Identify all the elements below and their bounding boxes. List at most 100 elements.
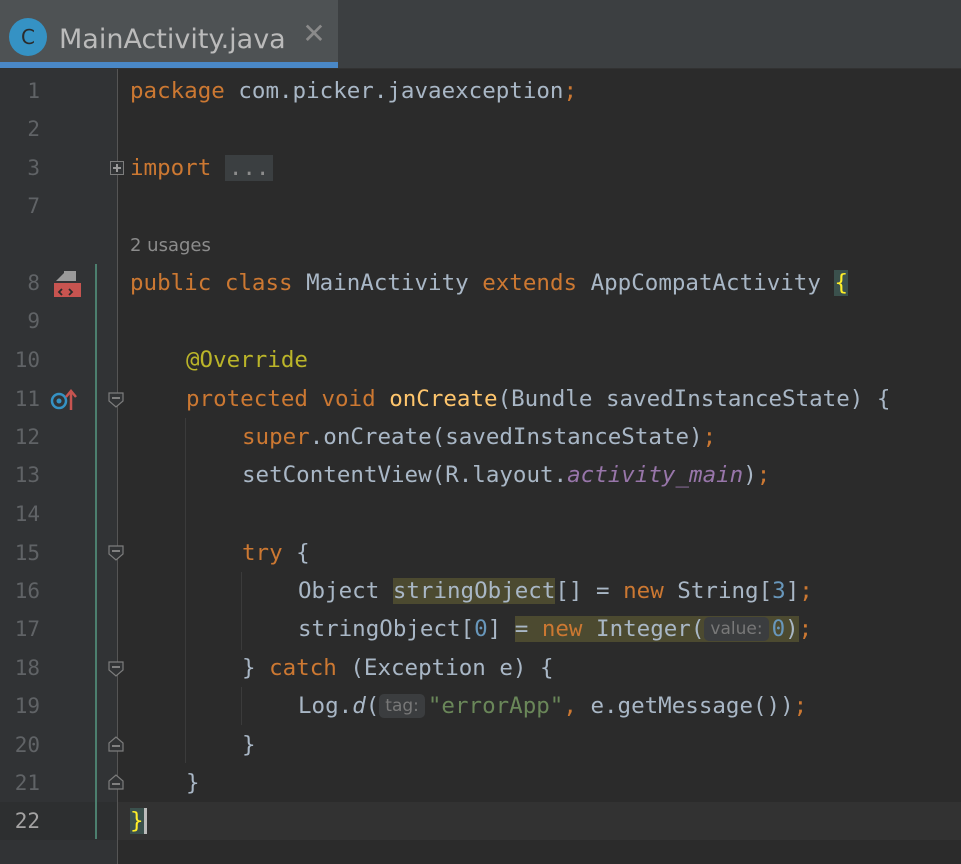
- line-number: 19: [14, 694, 40, 718]
- code-line-8[interactable]: public class MainActivity extends AppCom…: [130, 264, 848, 302]
- line-number: 10: [14, 348, 40, 372]
- line-number: 7: [27, 194, 40, 218]
- highlighted-variable: stringObject: [392, 578, 556, 604]
- code-line-17[interactable]: stringObject[0] = new Integer(value: 0);: [298, 610, 812, 648]
- fold-end-icon[interactable]: [108, 774, 124, 790]
- code-text: e.getMessage()): [576, 693, 794, 719]
- keyword: protected: [186, 386, 308, 412]
- line-number: 18: [14, 656, 40, 680]
- line-number: 16: [14, 579, 40, 603]
- code-line-12[interactable]: super.onCreate(savedInstanceState);: [242, 418, 716, 456]
- code-text: .onCreate(savedInstanceState): [309, 424, 703, 450]
- code-line-21[interactable]: }: [186, 764, 200, 802]
- scope-indicator: [95, 264, 97, 839]
- number-literal: 0: [474, 616, 488, 642]
- line-number: 9: [27, 309, 40, 333]
- code-text: ]: [785, 578, 800, 604]
- keyword: import: [130, 155, 212, 181]
- keyword: void: [321, 386, 376, 412]
- keyword: try: [242, 540, 283, 566]
- fold-collapse-icon[interactable]: [108, 545, 124, 561]
- code-text: Log.: [298, 693, 353, 719]
- code-text: }: [242, 655, 270, 681]
- code-text: Object: [298, 578, 393, 604]
- code-line-22[interactable]: }: [130, 802, 147, 840]
- number-literal: 3: [772, 578, 786, 604]
- fold-end-icon[interactable]: [108, 736, 124, 752]
- tab-mainactivity[interactable]: C MainActivity.java ✕: [0, 0, 338, 68]
- close-icon[interactable]: ✕: [300, 20, 328, 48]
- code-text: Integer(: [582, 616, 705, 642]
- code-text: stringObject[: [298, 616, 475, 642]
- line-number: 15: [14, 541, 40, 565]
- annotation: @Override: [186, 347, 308, 373]
- indent-guide: [185, 418, 186, 763]
- warning-highlight: = new Integer(value: 0): [514, 616, 799, 642]
- fold-collapse-icon[interactable]: [108, 392, 124, 408]
- code-line-18[interactable]: } catch (Exception e) {: [242, 649, 554, 687]
- keyword: super: [242, 424, 310, 450]
- code-text: ): [743, 462, 757, 488]
- semicolon: ;: [798, 616, 813, 642]
- line-number: 14: [14, 502, 40, 526]
- line-number: 2: [27, 117, 40, 141]
- number-literal: 0: [771, 616, 786, 642]
- line-number-current: 22: [14, 809, 40, 833]
- code-line-16[interactable]: Object stringObject[] = new String[3];: [298, 572, 813, 610]
- keyword: class: [224, 270, 293, 296]
- usages-hint[interactable]: 2 usages: [130, 231, 211, 261]
- semicolon: ;: [702, 424, 717, 450]
- code-text: (Bundle savedInstanceState) {: [497, 386, 891, 412]
- code-text: ]: [487, 616, 515, 642]
- param-hint: value:: [704, 617, 769, 641]
- java-class-icon: C: [9, 18, 47, 56]
- fold-collapse-icon[interactable]: [108, 661, 124, 677]
- editor-tab-bar: C MainActivity.java ✕: [0, 0, 961, 69]
- keyword: new: [541, 616, 583, 642]
- closing-brace: }: [242, 732, 256, 758]
- code-line-19[interactable]: Log.d(tag: "errorApp", e.getMessage());: [298, 687, 807, 725]
- code-line-10[interactable]: @Override: [186, 341, 308, 379]
- code-text: {: [282, 540, 310, 566]
- code-text: setContentView(R.layout.: [242, 462, 568, 488]
- line-number: 11: [14, 387, 40, 411]
- keyword: package: [130, 78, 225, 104]
- code-line-13[interactable]: setContentView(R.layout.activity_main);: [242, 456, 770, 494]
- folded-imports[interactable]: ...: [224, 155, 274, 181]
- keyword: new: [623, 578, 664, 604]
- active-tab-indicator: [0, 62, 338, 68]
- code-text: [] =: [555, 578, 624, 604]
- implemented-class-icon[interactable]: [52, 269, 82, 299]
- code-line-11[interactable]: protected void onCreate(Bundle savedInst…: [186, 380, 890, 418]
- code-line-3[interactable]: import ...: [130, 149, 274, 187]
- semicolon: ;: [756, 462, 771, 488]
- line-number: 8: [27, 271, 40, 295]
- indent-guide: [241, 687, 242, 725]
- class-name: MainActivity: [292, 270, 483, 296]
- code-text: com.picker.javaexception: [224, 78, 564, 104]
- line-number: 13: [14, 463, 40, 487]
- comma: ,: [563, 693, 577, 719]
- code-line-15[interactable]: try {: [242, 534, 310, 572]
- line-number: 12: [14, 425, 40, 449]
- semicolon: ;: [563, 78, 578, 104]
- overrides-method-icon[interactable]: [50, 388, 80, 412]
- code-line-1[interactable]: package com.picker.javaexception;: [130, 72, 577, 110]
- indent-guide: [241, 572, 242, 650]
- keyword: catch: [269, 655, 337, 681]
- code-line-20[interactable]: }: [242, 726, 256, 764]
- line-number: 17: [14, 617, 40, 641]
- method-name: onCreate: [389, 386, 498, 412]
- line-number: 20: [14, 733, 40, 757]
- static-field: activity_main: [567, 462, 744, 488]
- semicolon: ;: [799, 578, 813, 604]
- code-text: =: [514, 616, 542, 642]
- matched-brace-caret: }: [130, 808, 147, 834]
- string-literal: "errorApp": [427, 693, 564, 719]
- keyword: public: [130, 270, 212, 296]
- code-text: String[: [663, 578, 773, 604]
- line-number: 3: [27, 156, 40, 180]
- keyword: extends: [482, 270, 578, 296]
- fold-expand-icon[interactable]: [110, 161, 124, 175]
- line-number: 1: [27, 79, 40, 103]
